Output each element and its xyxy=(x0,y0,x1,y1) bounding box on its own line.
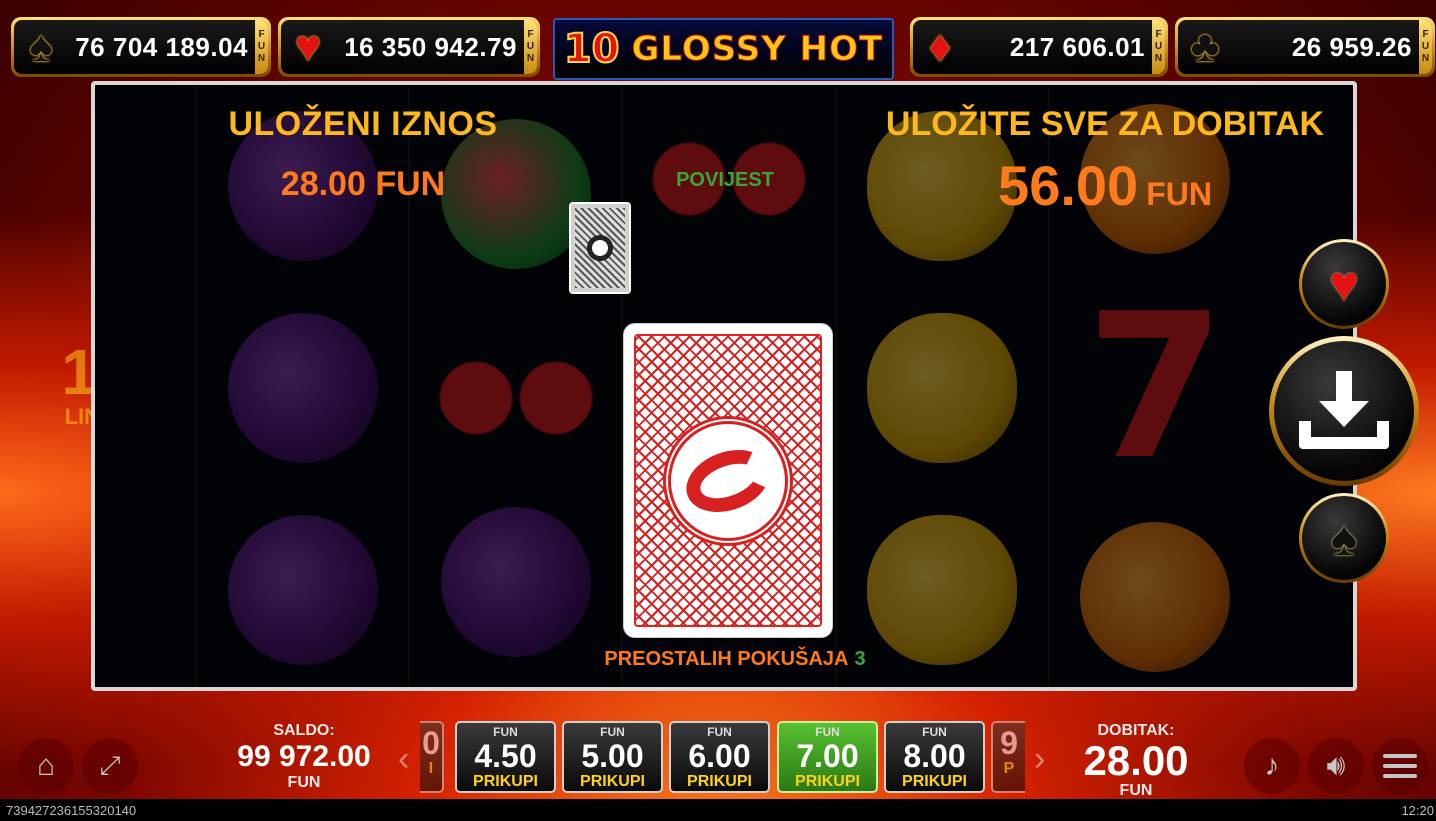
collect-option[interactable]: FUN 5.00 PRIKUPI xyxy=(562,721,663,793)
attempts-label: PREOSTALIH POKUŠAJA xyxy=(604,648,849,670)
logo-number: 10 xyxy=(563,25,621,73)
spade-icon: ♠ xyxy=(1330,510,1358,566)
collect-option-action: PRIKUPI xyxy=(902,773,967,790)
music-note-icon: ♪ xyxy=(1264,749,1280,782)
win-currency: FUN xyxy=(1119,782,1153,799)
plum-symbol xyxy=(440,506,591,657)
attempts-remaining: PREOSTALIH POKUŠAJA 3 xyxy=(535,648,935,671)
download-icon xyxy=(1299,371,1389,451)
collect-option[interactable]: 9 P xyxy=(991,721,1025,793)
heart-icon: ♥ xyxy=(294,22,322,71)
collect-option-action: PRIKUPI xyxy=(473,773,538,790)
win-display: DOBITAK: 28.00 FUN xyxy=(1066,722,1206,800)
heart-icon: ♥ xyxy=(1329,256,1359,312)
home-button[interactable]: ⌂ xyxy=(18,738,74,794)
win-value: 28.00 xyxy=(1083,737,1189,784)
cherry-symbol xyxy=(435,337,596,438)
club-icon: ♣ xyxy=(1190,22,1220,71)
gamble-win-amount: 56.00 FUN xyxy=(875,153,1335,218)
fullscreen-button[interactable]: ⤢ xyxy=(82,738,138,794)
seven-symbol: 7 xyxy=(1085,270,1225,504)
collect-button[interactable] xyxy=(1269,336,1419,486)
card-emblem-icon xyxy=(663,415,793,546)
collect-option-value: 5.00 xyxy=(581,738,644,774)
plum-symbol xyxy=(227,515,378,665)
balance-display: SALDO: 99 972.00 FUN xyxy=(224,722,384,792)
black-choice-button[interactable]: ♠ xyxy=(1299,493,1389,583)
collect-option[interactable]: 0 I xyxy=(420,721,444,793)
balance-currency: FUN xyxy=(287,774,321,791)
jackpot-currency: FUN xyxy=(255,20,268,74)
music-button[interactable]: ♪ xyxy=(1244,738,1300,794)
gamble-panel: 7 ULOŽENI IZNOS 28.00 FUN ULOŽITE SVE ZA… xyxy=(91,81,1357,691)
collect-option-action: PRIKUPI xyxy=(795,773,860,790)
gamble-label: ULOŽITE SVE ZA DOBITAK xyxy=(885,105,1325,143)
history-card xyxy=(569,202,631,294)
collect-option[interactable]: FUN 6.00 PRIKUPI xyxy=(669,721,770,793)
clock: 12:20 xyxy=(1401,802,1434,818)
gamble-win-value: 56.00 xyxy=(998,154,1139,217)
collect-option-value: 6.00 xyxy=(688,738,751,774)
hamburger-icon xyxy=(1383,748,1417,784)
gamble-card xyxy=(623,323,833,638)
sound-button[interactable]: 🔊︎ xyxy=(1308,738,1364,794)
balance-label: SALDO: xyxy=(273,722,335,739)
collect-option-action: PRIKUPI xyxy=(580,773,645,790)
jackpot-currency: FUN xyxy=(1152,20,1165,74)
lemon-symbol xyxy=(867,313,1018,463)
home-icon: ⌂ xyxy=(36,749,56,782)
speaker-icon: 🔊︎ xyxy=(1326,749,1346,782)
history-label: POVIJEST xyxy=(676,169,774,191)
scroll-right-arrow[interactable]: › xyxy=(1034,740,1045,779)
card-back-pattern xyxy=(575,208,625,288)
collect-option-value: 7.00 xyxy=(796,738,859,774)
scroll-left-arrow[interactable]: ‹ xyxy=(398,740,409,779)
stake-value: 28.00 FUN xyxy=(280,165,446,203)
jackpot-value: 217 606.01 xyxy=(1009,31,1145,62)
collect-option[interactable]: FUN 4.50 PRIKUPI xyxy=(455,721,556,793)
logo-name: GLOSSY HOT xyxy=(631,29,884,70)
stake-label: ULOŽENI IZNOS xyxy=(228,105,498,143)
collect-option-selected[interactable]: FUN 7.00 PRIKUPI xyxy=(777,721,878,793)
attempts-count: 3 xyxy=(854,648,866,670)
jackpot-spade: ♠ 76 704 189.04 FUN xyxy=(11,17,271,77)
fullscreen-icon: ⤢ xyxy=(99,750,121,780)
jackpot-currency: FUN xyxy=(1419,20,1432,74)
session-id: 739427236155320140 xyxy=(6,802,137,818)
game-logo: 10 GLOSSY HOT xyxy=(553,18,894,80)
collect-option-value: 4.50 xyxy=(474,738,537,774)
jackpot-value: 16 350 942.79 xyxy=(344,31,517,62)
card-emblem-icon xyxy=(587,235,613,261)
collect-option[interactable]: FUN 8.00 PRIKUPI xyxy=(884,721,985,793)
spade-icon: ♠ xyxy=(29,22,53,71)
lemon-symbol xyxy=(867,515,1018,665)
collect-option-action: PRIKUPI xyxy=(687,773,752,790)
collect-option-value: 8.00 xyxy=(903,738,966,774)
footer-bar: 739427236155320140 12:20 xyxy=(0,799,1436,821)
menu-button[interactable] xyxy=(1372,738,1428,794)
orange-symbol xyxy=(1080,521,1231,672)
jackpot-diamond: ♦ 217 606.01 FUN xyxy=(910,17,1168,77)
diamond-icon: ♦ xyxy=(928,22,952,71)
jackpot-value: 26 959.26 xyxy=(1291,31,1412,62)
jackpot-currency: FUN xyxy=(524,20,537,74)
card-back-pattern xyxy=(634,334,822,627)
jackpot-value: 76 704 189.04 xyxy=(75,31,248,62)
jackpot-heart: ♥ 16 350 942.79 FUN xyxy=(278,17,540,77)
red-choice-button[interactable]: ♥ xyxy=(1299,239,1389,329)
balance-value: 99 972.00 xyxy=(237,740,371,773)
gamble-win-currency: FUN xyxy=(1146,176,1212,212)
jackpot-club: ♣ 26 959.26 FUN xyxy=(1175,17,1435,77)
plum-symbol xyxy=(227,313,378,463)
